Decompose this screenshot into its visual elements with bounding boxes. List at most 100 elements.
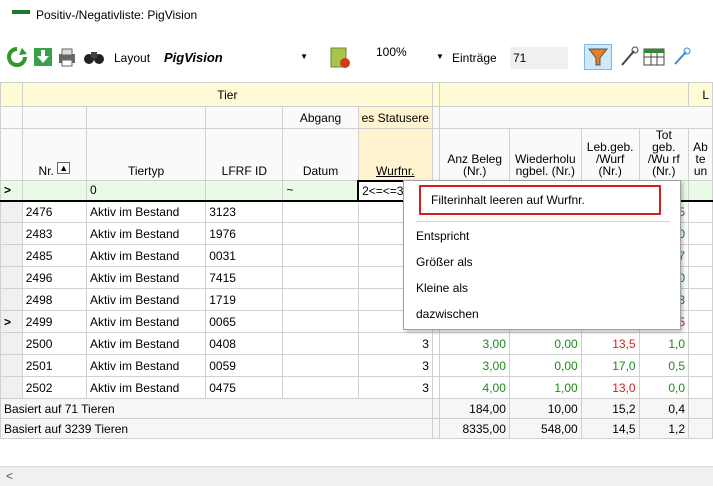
cell-tot[interactable]: 1,0 <box>638 332 690 355</box>
cell-leb[interactable]: 17,0 <box>580 354 640 377</box>
cell-lfrf[interactable]: 1719 <box>205 288 284 311</box>
cell-nr[interactable]: 2485 <box>21 244 87 267</box>
column-header-totgeb[interactable]: Tot geb. /Wu rf (Nr.) <box>638 128 690 181</box>
cell-tiertyp[interactable]: Aktiv im Bestand <box>85 222 207 245</box>
cell-tot[interactable]: 0,5 <box>638 354 690 377</box>
cell-leb[interactable]: 13,0 <box>580 376 640 399</box>
cell-wieder[interactable]: 0,00 <box>508 332 582 355</box>
cell-extra[interactable] <box>688 332 713 355</box>
tool-icon[interactable] <box>670 46 692 68</box>
cell-extra[interactable] <box>688 310 713 333</box>
filter-cell-nr[interactable] <box>21 180 87 202</box>
column-header-anz-beleg[interactable]: Anz Beleg (Nr.) <box>439 128 510 181</box>
cell-extra[interactable] <box>688 244 713 267</box>
cell-datum[interactable] <box>282 310 359 333</box>
cell-tiertyp[interactable]: Aktiv im Bestand <box>85 200 207 223</box>
column-header-nr[interactable]: Nr. ▲ <box>21 128 87 181</box>
row-marker[interactable] <box>0 266 23 289</box>
refresh-icon[interactable] <box>6 46 28 68</box>
binoculars-icon[interactable] <box>82 46 104 68</box>
cell-nr[interactable]: 2496 <box>21 266 87 289</box>
cell-nr[interactable]: 2499 <box>21 310 87 333</box>
column-header-lebgeb[interactable]: Leb.geb. /Wurf (Nr.) <box>580 128 640 181</box>
cell-anz[interactable]: 3,00 <box>439 332 510 355</box>
cell-tiertyp[interactable]: Aktiv im Bestand <box>85 244 207 267</box>
cell-wurfnr[interactable]: 3 <box>357 376 433 399</box>
horizontal-scrollbar[interactable]: < <box>0 466 713 486</box>
cell-datum[interactable] <box>282 332 359 355</box>
row-marker[interactable] <box>0 354 23 377</box>
menu-item-greater-than[interactable]: Größer als <box>416 255 473 269</box>
cell-extra[interactable] <box>688 200 713 223</box>
cell-nr[interactable]: 2500 <box>21 332 87 355</box>
cell-nr[interactable]: 2498 <box>21 288 87 311</box>
cell-extra[interactable] <box>688 266 713 289</box>
row-marker[interactable] <box>0 244 23 267</box>
row-marker[interactable] <box>0 288 23 311</box>
cell-anz[interactable]: 3,00 <box>439 354 510 377</box>
column-header-wiederholung[interactable]: Wiederholu ngbel. (Nr.) <box>508 128 582 181</box>
cell-nr[interactable]: 2501 <box>21 354 87 377</box>
cell-lfrf[interactable]: 0065 <box>205 310 284 333</box>
filter-cell-tiertyp[interactable]: 0 <box>85 180 207 202</box>
menu-item-clear-filter[interactable]: Filterinhalt leeren auf Wurfnr. <box>419 185 661 215</box>
column-header-tiertyp[interactable]: Tiertyp <box>85 128 207 181</box>
cell-tiertyp[interactable]: Aktiv im Bestand <box>85 332 207 355</box>
cell-nr[interactable]: 2483 <box>21 222 87 245</box>
cell-gap[interactable] <box>432 332 441 355</box>
wrench-icon[interactable] <box>618 46 640 68</box>
cell-nr[interactable]: 2476 <box>21 200 87 223</box>
filter-cell-extra[interactable] <box>688 180 713 202</box>
cell-extra[interactable] <box>688 222 713 245</box>
cell-datum[interactable] <box>282 222 359 245</box>
cell-leb[interactable]: 13,5 <box>580 332 640 355</box>
cell-lfrf[interactable]: 3123 <box>205 200 284 223</box>
cell-wurfnr[interactable]: 3 <box>357 354 433 377</box>
cell-datum[interactable] <box>282 200 359 223</box>
row-marker[interactable]: > <box>0 310 23 333</box>
row-marker[interactable] <box>0 222 23 245</box>
table-row[interactable]: 2502 Aktiv im Bestand 0475 3 4,00 1,00 13,0 0,0 <box>0 376 713 399</box>
cell-wieder[interactable]: 1,00 <box>508 376 582 399</box>
cell-tiertyp[interactable]: Aktiv im Bestand <box>85 288 207 311</box>
cell-tiertyp[interactable]: Aktiv im Bestand <box>85 354 207 377</box>
column-header-extra[interactable]: Ab te un <box>688 128 713 181</box>
cell-gap[interactable] <box>432 354 441 377</box>
cell-wurfnr[interactable]: 3 <box>357 332 433 355</box>
download-icon[interactable] <box>32 46 54 68</box>
cell-lfrf[interactable]: 0475 <box>205 376 284 399</box>
cell-gap[interactable] <box>432 376 441 399</box>
cell-tot[interactable]: 0,0 <box>638 376 690 399</box>
table-row[interactable]: 2501 Aktiv im Bestand 0059 3 3,00 0,00 17,0 0,5 <box>0 354 713 377</box>
cell-extra[interactable] <box>688 354 713 377</box>
menu-item-between[interactable]: dazwischen <box>416 307 479 321</box>
print-icon[interactable] <box>56 46 78 68</box>
export-icon[interactable] <box>328 46 350 68</box>
cell-lfrf[interactable]: 0408 <box>205 332 284 355</box>
cell-tiertyp[interactable]: Aktiv im Bestand <box>85 266 207 289</box>
menu-item-less-than[interactable]: Kleine als <box>416 281 468 295</box>
menu-item-equals[interactable]: Entspricht <box>416 229 469 243</box>
zoom-value[interactable]: 100% <box>376 45 407 59</box>
cell-datum[interactable] <box>282 266 359 289</box>
cell-datum[interactable] <box>282 244 359 267</box>
cell-datum[interactable] <box>282 354 359 377</box>
cell-extra[interactable] <box>688 288 713 311</box>
cell-wieder[interactable]: 0,00 <box>508 354 582 377</box>
cell-datum[interactable] <box>282 288 359 311</box>
filter-cell-datum[interactable]: ~ <box>282 180 359 202</box>
row-marker[interactable] <box>0 200 23 223</box>
cell-tiertyp[interactable]: Aktiv im Bestand <box>85 376 207 399</box>
cell-anz[interactable]: 4,00 <box>439 376 510 399</box>
cell-lfrf[interactable]: 0059 <box>205 354 284 377</box>
cell-tiertyp[interactable]: Aktiv im Bestand <box>85 310 207 333</box>
chevron-down-icon[interactable]: ▼ <box>436 52 444 61</box>
cell-nr[interactable]: 2502 <box>21 376 87 399</box>
filter-cell-lfrf[interactable] <box>205 180 284 202</box>
row-marker[interactable] <box>0 332 23 355</box>
calendar-icon[interactable] <box>642 46 665 68</box>
row-marker[interactable] <box>0 376 23 399</box>
layout-select[interactable]: PigVision ▼ <box>160 47 312 69</box>
table-row[interactable]: 2500 Aktiv im Bestand 0408 3 3,00 0,00 13,5 1,0 <box>0 332 713 355</box>
column-header-wurfnr[interactable]: Wurfnr. <box>357 128 433 181</box>
